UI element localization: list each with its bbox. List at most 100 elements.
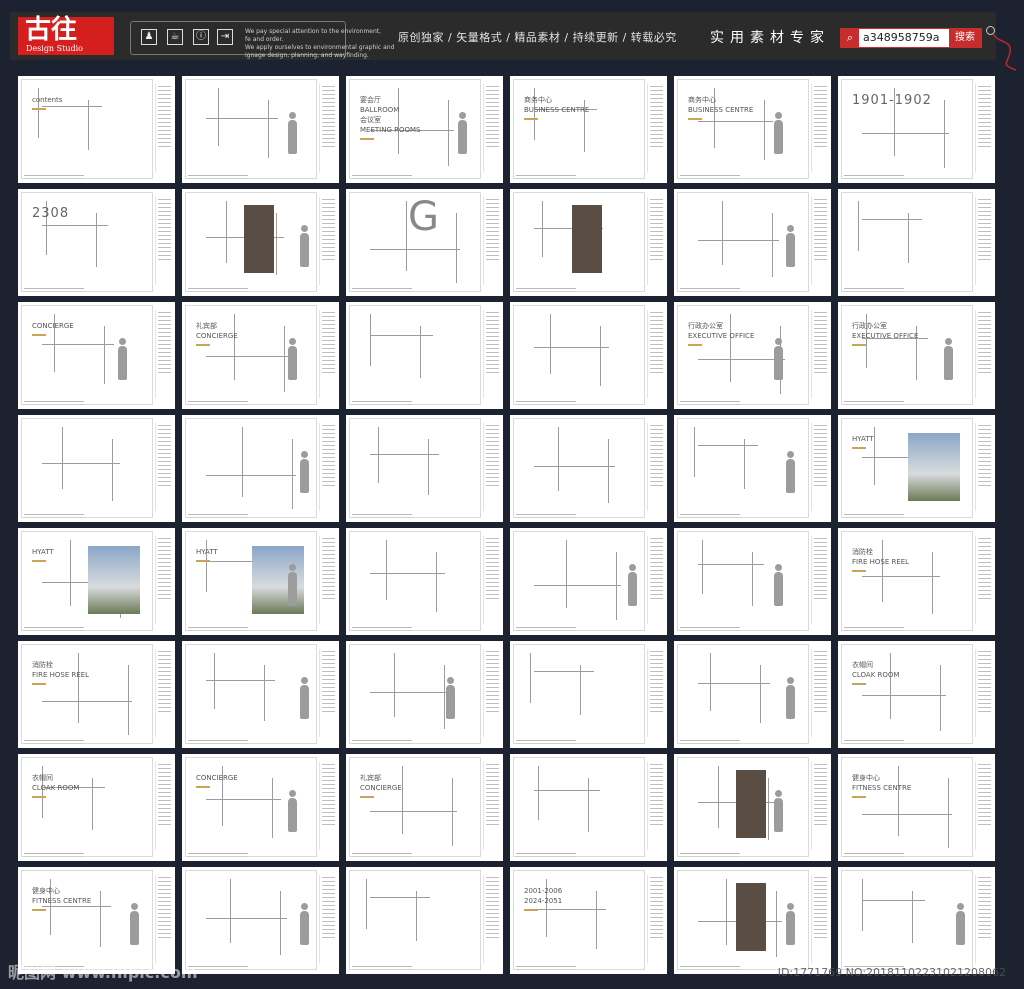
sign-label-primary: 行政办公室 (688, 322, 723, 330)
drawing-sheet[interactable]: HYATT (18, 528, 175, 635)
rendering-photo (908, 433, 960, 501)
title-block (483, 762, 500, 850)
drawing-sheet[interactable] (674, 754, 831, 861)
drawing-sheet[interactable]: G (346, 189, 503, 296)
drawing-line (378, 427, 379, 483)
drawing-sheet[interactable]: CONCIERGE (18, 302, 175, 409)
drawing-sheet[interactable]: 健身中心 FITNESS CENTRE (838, 754, 995, 861)
title-block (483, 197, 500, 285)
gold-accent-bar (32, 909, 46, 911)
drawing-sheet[interactable] (510, 189, 667, 296)
drawing-sheet[interactable]: 消防栓 FIRE HOSE REEL (838, 528, 995, 635)
drawing-sheet[interactable]: HYATT (838, 415, 995, 522)
drawing-sheet[interactable] (346, 302, 503, 409)
drawing-sheet[interactable] (182, 867, 339, 974)
drawing-line (710, 653, 711, 711)
drawing-line (218, 88, 219, 146)
search-icon[interactable]: ⌕ (841, 29, 859, 47)
brand-logo[interactable]: 古往 Design Studio (18, 15, 114, 55)
drawing-sheet[interactable] (510, 302, 667, 409)
drawing-sheet[interactable] (18, 415, 175, 522)
sheet-footer-lines (516, 627, 576, 628)
gold-accent-bar (524, 909, 538, 911)
sign-label-primary: 消防栓 (32, 661, 53, 669)
drawing-sheet[interactable]: 宴会厅 BALLROOM 会议室 MEETING ROOMS (346, 76, 503, 183)
drawing-sheet[interactable]: HYATT (182, 528, 339, 635)
drawing-line (600, 326, 601, 386)
sign-label-secondary: 会议室 (360, 116, 381, 124)
drawing-sheet-grid: contents 宴会厅 BALLROOM 会议室 MEETING ROOMS 商务中心 B… (18, 76, 998, 978)
drawing-sheet[interactable]: contents (18, 76, 175, 183)
drawing-line (92, 778, 93, 830)
drawing-sheet[interactable] (346, 641, 503, 748)
drawing-sheet[interactable]: 商务中心 BUSINESS CENTRE (510, 76, 667, 183)
drawing-line (534, 790, 600, 791)
drawing-sheet[interactable] (838, 867, 995, 974)
info-icon[interactable]: ⓘ (193, 29, 209, 45)
drawing-sheet[interactable]: 2001-2006 2024-2051 (510, 867, 667, 974)
drawing-sheet[interactable] (182, 76, 339, 183)
drawing-line (42, 225, 108, 226)
drawing-line (890, 653, 891, 719)
drawing-sheet[interactable] (674, 415, 831, 522)
drawing-line (78, 653, 79, 723)
drawing-sheet[interactable]: 消防栓 FIRE HOSE REEL (18, 641, 175, 748)
drawing-sheet[interactable] (182, 189, 339, 296)
human-scale-figure-icon (774, 112, 783, 154)
drawing-sheet[interactable] (182, 415, 339, 522)
sheet-footer-lines (516, 401, 576, 402)
restroom-icon[interactable]: ♟ (141, 29, 157, 45)
drawing-sheet[interactable] (510, 528, 667, 635)
drawing-sheet[interactable] (510, 415, 667, 522)
drawing-sheet[interactable]: 1901-1902 (838, 76, 995, 183)
drawing-sheet[interactable]: 衣帽间 CLOAK ROOM (18, 754, 175, 861)
drawing-sheet[interactable] (674, 189, 831, 296)
drawing-sheet[interactable] (838, 189, 995, 296)
drawing-sheet[interactable] (346, 528, 503, 635)
drawing-sheet[interactable]: 行政办公室 EXECUTIVE OFFICE (674, 302, 831, 409)
sheet-footer-lines (24, 288, 84, 289)
drawing-line (726, 879, 727, 945)
drawing-line (214, 653, 215, 709)
drawing-line (616, 552, 617, 620)
drawing-sheet[interactable] (182, 641, 339, 748)
motto-line: fe and order. (245, 36, 284, 43)
drawing-sheet[interactable] (346, 867, 503, 974)
drawing-sheet[interactable]: 衣帽间 CLOAK ROOM (838, 641, 995, 748)
drawing-sheet[interactable]: 礼宾部 CONCIERGE (346, 754, 503, 861)
sign-label-primary: 礼宾部 (196, 322, 217, 330)
human-scale-figure-icon (458, 112, 467, 154)
drawing-sheet[interactable]: CONCIERGE (182, 754, 339, 861)
human-scale-figure-icon (288, 112, 297, 154)
title-block (155, 875, 172, 963)
drawing-sheet[interactable]: 行政办公室 EXECUTIVE OFFICE (838, 302, 995, 409)
gold-accent-bar (852, 570, 866, 572)
drawing-sheet[interactable]: 礼宾部 CONCIERGE (182, 302, 339, 409)
sheet-frame (21, 757, 153, 857)
title-block (155, 197, 172, 285)
search-input[interactable]: a348958759a (863, 31, 939, 44)
coffee-icon[interactable]: ☕ (167, 29, 183, 45)
drawing-sheet[interactable] (510, 641, 667, 748)
sign-label-secondary: CLOAK ROOM (852, 671, 900, 679)
title-block (319, 762, 336, 850)
sheet-frame (185, 870, 317, 970)
drawing-sheet[interactable]: 健身中心 FITNESS CENTRE (18, 867, 175, 974)
drawing-sheet[interactable] (674, 867, 831, 974)
drawing-line (862, 879, 863, 931)
image-id-label: ID:1771769 NO:20181102231021208062 (777, 966, 1006, 979)
drawing-sheet[interactable] (510, 754, 667, 861)
sheet-footer-lines (844, 740, 904, 741)
drawing-sheet[interactable] (674, 528, 831, 635)
exit-icon[interactable]: ⇥ (217, 29, 233, 45)
search-button[interactable]: 搜索 (949, 29, 981, 47)
gold-accent-bar (524, 118, 538, 120)
drawing-sheet[interactable]: 商务中心 BUSINESS CENTRE (674, 76, 831, 183)
studio-motto: We pay special attention to the environm… (245, 28, 394, 60)
drawing-sheet[interactable]: 2308 (18, 189, 175, 296)
sheet-frame (841, 870, 973, 970)
sheet-footer-lines (680, 401, 740, 402)
drawing-sheet[interactable] (674, 641, 831, 748)
drawing-sheet[interactable] (346, 415, 503, 522)
search-box[interactable]: ⌕ a348958759a 搜索 (840, 28, 982, 48)
